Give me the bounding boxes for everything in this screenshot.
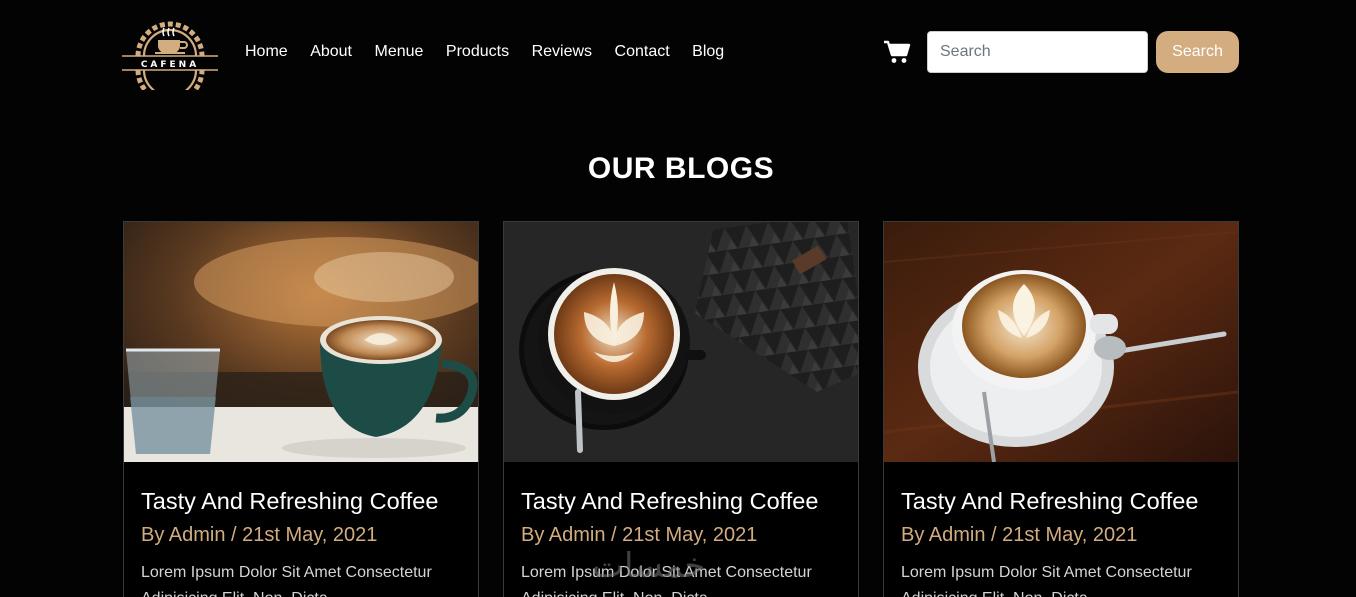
blog-meta: By Admin / 21st May, 2021 <box>141 524 378 546</box>
nav-products[interactable]: Products <box>446 42 509 62</box>
blog-meta: By Admin / 21st May, 2021 <box>901 524 1138 546</box>
shopping-cart-icon[interactable] <box>883 40 911 64</box>
nav-menu[interactable]: Menue <box>375 42 424 62</box>
nav-about[interactable]: About <box>310 42 352 62</box>
search-button[interactable]: Search <box>1156 31 1239 73</box>
blog-image-coffee-green-cup[interactable] <box>124 222 478 462</box>
blog-excerpt: Lorem Ipsum Dolor Sit Amet Consectetur A… <box>901 564 1192 597</box>
blog-title[interactable]: Tasty And Refreshing Coffee <box>141 488 438 515</box>
blog-card[interactable]: Tasty And Refreshing Coffee By Admin / 2… <box>883 221 1239 597</box>
blog-image-latte-saucer[interactable] <box>884 222 1238 462</box>
nav-blog[interactable]: Blog <box>692 42 724 62</box>
blog-title[interactable]: Tasty And Refreshing Coffee <box>521 488 818 515</box>
blog-excerpt: Lorem Ipsum Dolor Sit Amet Consectetur A… <box>141 564 432 597</box>
blog-meta: By Admin / 21st May, 2021 <box>521 524 758 546</box>
search-input[interactable] <box>927 31 1148 73</box>
watermark: خمسات <box>592 546 706 586</box>
blog-image-latte-art-top[interactable] <box>504 222 858 462</box>
blog-card[interactable]: Tasty And Refreshing Coffee By Admin / 2… <box>503 221 859 597</box>
section-title: OUR BLOGS <box>587 152 775 185</box>
blog-title[interactable]: Tasty And Refreshing Coffee <box>901 488 1198 515</box>
nav-reviews[interactable]: Reviews <box>532 42 592 62</box>
nav-contact[interactable]: Contact <box>615 42 670 62</box>
logo-text: CAFENA <box>141 60 199 70</box>
main-nav: Home About Menue Products Reviews Contac… <box>245 42 747 62</box>
cafena-logo[interactable]: CAFENA <box>122 12 218 105</box>
site-header: CAFENA Home About Menue Products Reviews… <box>0 0 1356 105</box>
blog-card[interactable]: Tasty And Refreshing Coffee By Admin / 2… <box>123 221 479 597</box>
nav-home[interactable]: Home <box>245 42 288 62</box>
